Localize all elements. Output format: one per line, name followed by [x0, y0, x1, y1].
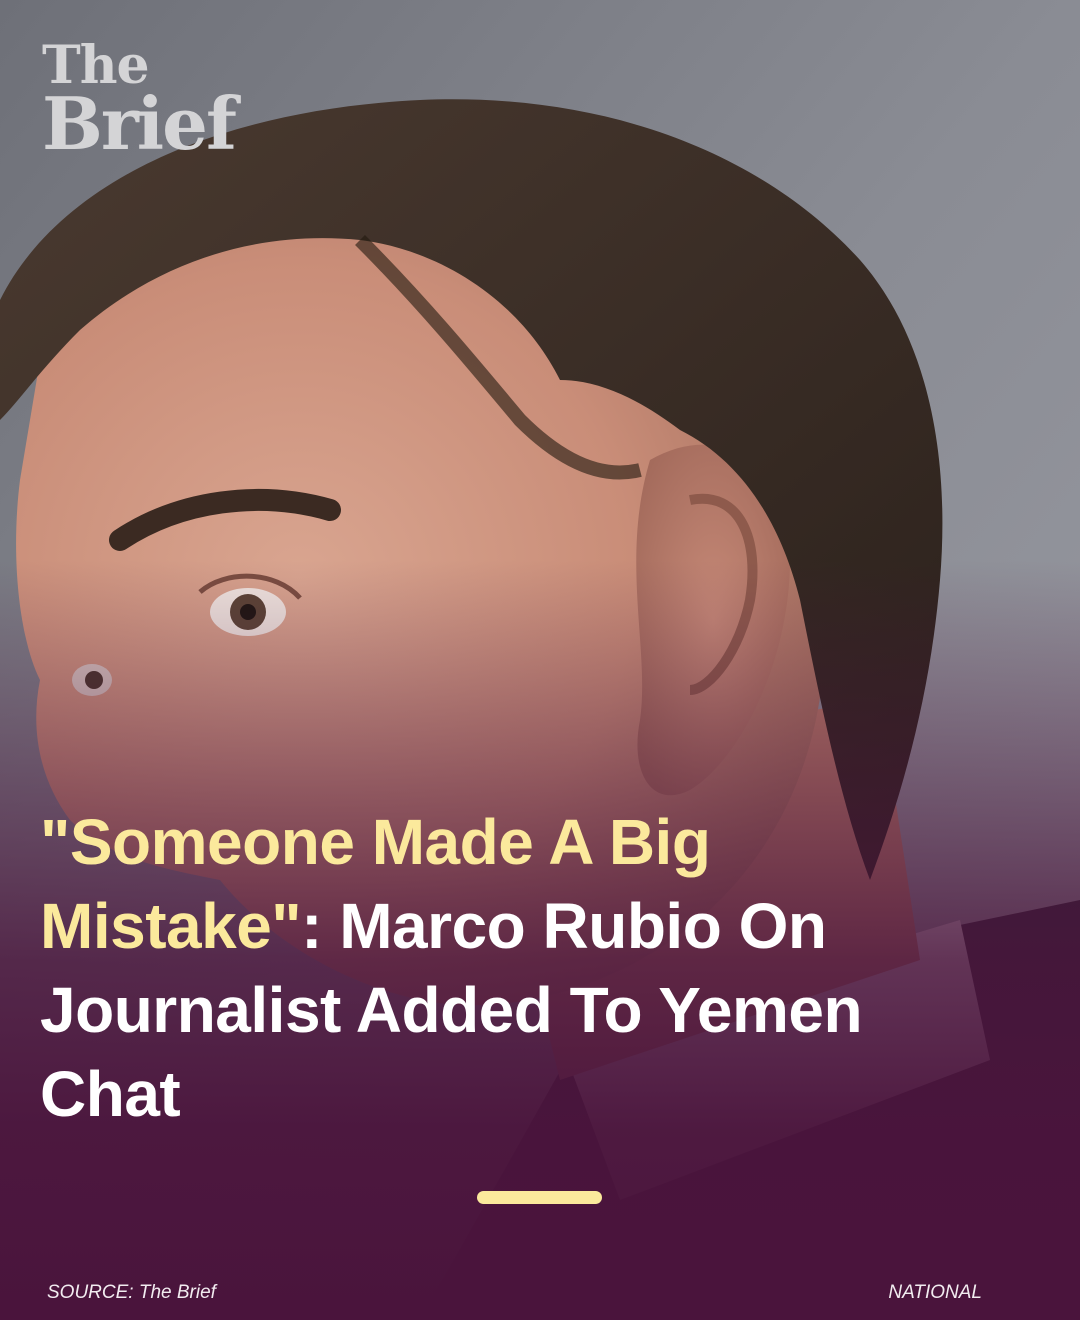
logo-line-brief: Brief — [42, 81, 237, 166]
headline: "Someone Made A Big Mistake": Marco Rubi… — [40, 800, 1000, 1136]
source-credit: SOURCE: The Brief — [47, 1282, 216, 1303]
accent-divider — [477, 1191, 602, 1204]
category-label: NATIONAL — [888, 1282, 982, 1303]
news-card: The Brief "Someone Made A Big Mistake": … — [0, 0, 1080, 1320]
brand-logo: The Brief — [42, 40, 237, 166]
